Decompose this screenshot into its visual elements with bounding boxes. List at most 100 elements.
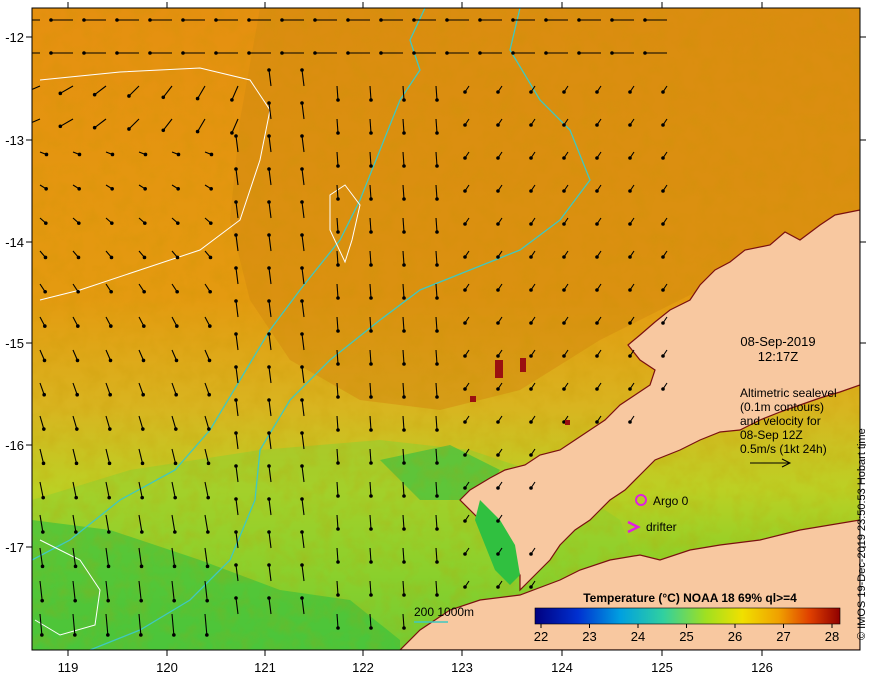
velocity-arrow-head (42, 427, 46, 431)
velocity-arrow-head (161, 128, 166, 133)
velocity-arrow-head (43, 324, 47, 328)
velocity-arrow-head (463, 255, 467, 259)
velocity-arrow-head (595, 255, 599, 259)
velocity-arrow-head (496, 288, 500, 292)
velocity-arrow-head (369, 362, 373, 366)
x-tick-label: 121 (254, 660, 276, 675)
velocity-arrow-head (628, 123, 632, 127)
velocity-arrow-head (435, 98, 439, 102)
velocity-arrow-head (300, 266, 304, 270)
velocity-arrow-head (74, 530, 78, 534)
velocity-arrow-head (92, 92, 97, 97)
x-tick-label: 119 (58, 660, 79, 675)
velocity-arrow-head (205, 564, 210, 569)
velocity-arrow-head (76, 289, 80, 294)
velocity-arrow-head (412, 51, 416, 55)
velocity-arrow-head (529, 354, 533, 358)
velocity-arrow-head (435, 395, 439, 399)
velocity-arrow-head (73, 564, 78, 569)
velocity-arrow-head (562, 321, 566, 325)
velocity-arrow-head (267, 299, 271, 303)
x-tick-label: 122 (352, 660, 374, 675)
velocity-arrow-head (16, 18, 20, 22)
velocity-arrow-head (435, 461, 439, 465)
velocity-arrow-head (77, 187, 81, 191)
velocity-arrow-head (346, 51, 350, 55)
bathymetry-label: 200 1000m (414, 605, 474, 619)
velocity-arrow-head (435, 527, 439, 531)
velocity-arrow-head (661, 321, 665, 325)
velocity-arrow-head (75, 392, 79, 397)
colorbar-title: Temperature (°C) NOAA 18 69% ql>=4 (583, 591, 797, 605)
velocity-arrow-head (143, 152, 148, 157)
velocity-arrow-head (267, 530, 271, 534)
velocity-arrow-head (336, 527, 340, 531)
velocity-arrow-head (562, 90, 566, 94)
velocity-arrow-head (82, 18, 86, 22)
velocity-arrow-head (463, 453, 467, 457)
velocity-arrow-head (336, 362, 340, 366)
velocity-arrow-head (44, 152, 49, 157)
velocity-arrow-head (174, 358, 179, 363)
altimetry-line: (0.1m contours) (740, 400, 824, 414)
velocity-arrow-head (435, 428, 439, 432)
velocity-arrow-head (336, 230, 340, 234)
velocity-arrow-head (496, 189, 500, 193)
velocity-arrow-head (234, 266, 238, 270)
velocity-arrow-head (24, 123, 28, 127)
velocity-arrow-head (313, 18, 317, 22)
velocity-arrow-head (49, 51, 53, 55)
velocity-arrow-head (595, 189, 599, 193)
velocity-arrow-head (336, 164, 340, 168)
velocity-arrow-head (336, 461, 340, 465)
velocity-arrow-head (562, 387, 566, 391)
velocity-arrow-head (435, 494, 439, 498)
velocity-arrow-head (267, 101, 271, 105)
velocity-arrow-head (369, 395, 373, 399)
velocity-arrow-head (214, 51, 218, 55)
velocity-arrow-head (173, 530, 177, 534)
velocity-arrow-head (496, 486, 500, 490)
velocity-arrow-head (16, 51, 20, 55)
velocity-arrow-head (173, 461, 178, 466)
velocity-arrow-head (402, 428, 406, 432)
velocity-arrow-head (369, 428, 373, 432)
velocity-arrow-head (445, 51, 449, 55)
velocity-arrow-head (42, 358, 47, 363)
velocity-arrow-head (108, 392, 112, 397)
velocity-arrow-head (214, 18, 218, 22)
velocity-arrow-head (336, 197, 340, 201)
velocity-arrow-head (207, 358, 212, 363)
velocity-arrow-head (463, 486, 467, 490)
velocity-arrow-head (369, 494, 373, 498)
velocity-arrow-head (234, 497, 238, 501)
velocity-arrow-head (115, 51, 119, 55)
velocity-arrow-head (58, 91, 63, 96)
y-tick-label: -16 (5, 438, 24, 453)
velocity-arrow-head (109, 289, 113, 294)
velocity-arrow-head (142, 289, 146, 294)
velocity-arrow-head (234, 596, 238, 600)
velocity-arrow-head (207, 392, 211, 397)
velocity-arrow-head (300, 563, 304, 567)
velocity-arrow-head (336, 329, 340, 333)
velocity-arrow-head (435, 131, 439, 135)
altimetry-line: 0.5m/s (1kt 24h) (740, 442, 827, 456)
velocity-arrow-head (58, 124, 63, 129)
velocity-arrow-head (435, 362, 439, 366)
velocity-arrow-head (234, 398, 238, 402)
velocity-arrow-head (661, 255, 665, 259)
velocity-arrow-head (234, 299, 238, 303)
velocity-arrow-head (181, 51, 185, 55)
velocity-arrow-head (76, 324, 80, 328)
velocity-arrow-head (529, 387, 533, 391)
velocity-arrow-head (544, 51, 548, 55)
velocity-arrow-head (75, 427, 79, 431)
velocity-arrow-head (195, 129, 200, 134)
velocity-arrow-head (412, 18, 416, 22)
x-tick-label: 126 (751, 660, 773, 675)
velocity-arrow-head (402, 263, 406, 267)
velocity-arrow-head (172, 633, 176, 637)
velocity-arrow-head (206, 530, 210, 534)
velocity-arrow-head (496, 255, 500, 259)
